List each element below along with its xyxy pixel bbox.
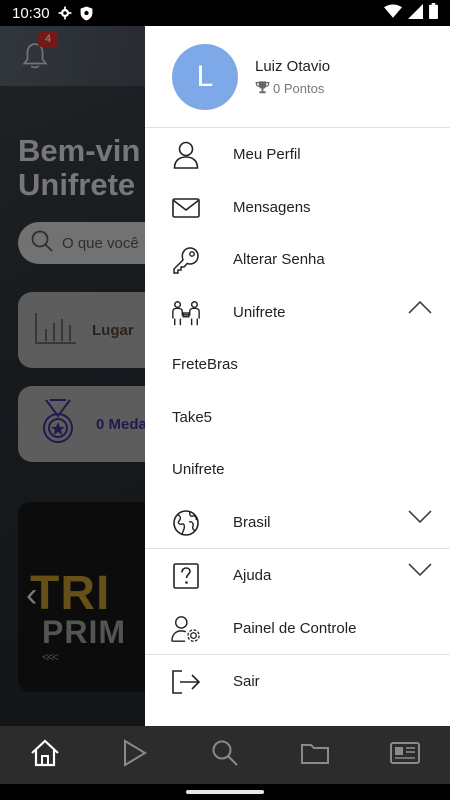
menu-item-help[interactable]: Ajuda (145, 549, 450, 601)
signal-icon (408, 3, 423, 23)
submenu-item-unifrete[interactable]: Unifrete (145, 443, 450, 495)
menu-item-unifrete[interactable]: Unifrete (145, 286, 450, 338)
menu-label-country: Brasil (233, 513, 271, 531)
user-name: Luiz Otavio (255, 58, 331, 75)
nav-folder[interactable] (285, 726, 345, 784)
menu-label-messages: Mensagens (233, 198, 311, 216)
globe-icon (171, 508, 201, 538)
battery-icon (429, 3, 438, 23)
menu-label-control-panel: Painel de Controle (233, 619, 357, 637)
submenu-label-unifrete: Unifrete (172, 460, 225, 478)
user-points: 0 Pontos (255, 80, 324, 97)
chevron-down-icon[interactable] (408, 563, 432, 582)
menu-label-change-password: Alterar Senha (233, 250, 325, 268)
submenu-label-take5: Take5 (172, 408, 213, 426)
home-icon (30, 739, 60, 772)
menu-label-unifrete: Unifrete (233, 303, 286, 321)
menu-item-country[interactable]: Brasil (145, 496, 450, 548)
gesture-handle[interactable] (186, 790, 264, 794)
user-settings-icon (171, 614, 201, 644)
menu-label-logout: Sair (233, 672, 260, 690)
menu-item-control-panel[interactable]: Painel de Controle (145, 602, 450, 654)
news-icon (390, 741, 420, 769)
user-points-text: 0 Pontos (273, 81, 325, 96)
key-icon (171, 245, 201, 275)
nav-play[interactable] (105, 726, 165, 784)
search-icon (211, 739, 239, 772)
menu-item-change-password[interactable]: Alterar Senha (145, 233, 450, 285)
trophy-icon (255, 80, 270, 97)
logout-icon (171, 667, 201, 697)
chevron-down-icon[interactable] (408, 510, 432, 529)
settings-status-icon (58, 6, 72, 20)
help-icon (171, 561, 201, 591)
wifi-icon (384, 4, 402, 22)
team-icon (171, 298, 201, 328)
menu-item-logout[interactable]: Sair (145, 655, 450, 707)
submenu-label-fretebras: FreteBras (172, 355, 238, 373)
user-icon (171, 140, 201, 170)
navigation-drawer: L Luiz Otavio 0 Pontos Meu Perfil Mensag… (145, 26, 450, 726)
shield-status-icon (80, 6, 93, 21)
status-time: 10:30 (12, 4, 50, 22)
menu-label-help: Ajuda (233, 566, 272, 584)
gesture-bar (0, 784, 450, 800)
status-bar: 10:30 (0, 0, 450, 26)
menu-item-profile[interactable]: Meu Perfil (145, 128, 450, 180)
mail-icon (171, 193, 201, 223)
nav-news[interactable] (375, 726, 435, 784)
menu-label-profile: Meu Perfil (233, 145, 301, 163)
chevron-up-icon[interactable] (408, 300, 432, 319)
bottom-navigation (0, 726, 450, 784)
nav-home[interactable] (15, 726, 75, 784)
avatar[interactable]: L (172, 44, 238, 110)
play-icon (123, 738, 147, 772)
submenu-item-take5[interactable]: Take5 (145, 391, 450, 443)
menu-item-messages[interactable]: Mensagens (145, 181, 450, 233)
submenu-item-fretebras[interactable]: FreteBras (145, 338, 450, 390)
drawer-profile-header[interactable]: L Luiz Otavio 0 Pontos (145, 26, 450, 128)
folder-icon (301, 742, 329, 769)
nav-search[interactable] (195, 726, 255, 784)
